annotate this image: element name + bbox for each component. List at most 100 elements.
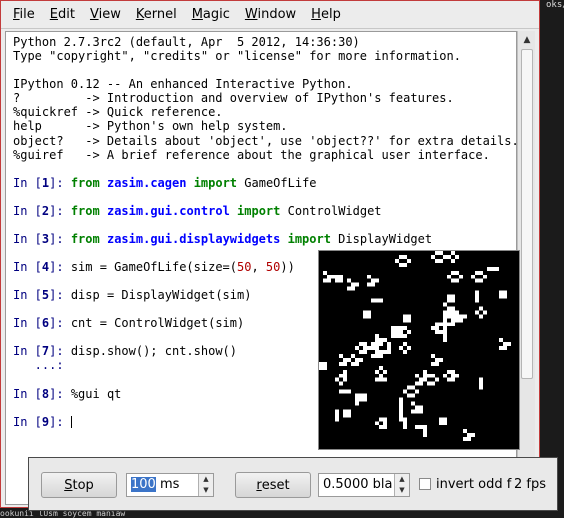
- alive-cell: [443, 338, 447, 343]
- banner-line: object? -> Details about 'object', use '…: [13, 133, 517, 148]
- invert-odd-checkbox[interactable]: [419, 478, 431, 490]
- spin-up-icon[interactable]: ▲: [199, 474, 213, 485]
- menu-item[interactable]: Edit: [44, 7, 81, 22]
- alive-cell: [439, 322, 443, 327]
- alive-cell: [431, 361, 435, 366]
- alive-cell: [479, 314, 483, 319]
- alive-cell: [463, 314, 467, 319]
- alive-cell: [355, 346, 359, 350]
- banner-line: help -> Python's own help system.: [13, 119, 288, 134]
- alive-cell: [359, 342, 363, 347]
- code-token: zasim.gui.displaywidgets: [106, 231, 281, 246]
- alive-cell: [439, 330, 443, 335]
- menu-item[interactable]: View: [84, 7, 127, 22]
- alive-cell: [383, 369, 387, 374]
- alive-cell: [451, 322, 455, 327]
- spin-down-icon[interactable]: ▼: [395, 485, 409, 496]
- prompt-suffix: ]:: [49, 203, 71, 218]
- reset-button[interactable]: r eset: [235, 472, 311, 498]
- prompt-prefix: In [: [13, 175, 42, 190]
- alive-cell: [451, 258, 455, 263]
- alive-cell: [487, 266, 491, 271]
- alive-cell: [407, 393, 411, 398]
- alive-cell: [375, 421, 379, 426]
- alive-cell: [391, 334, 395, 339]
- alive-cell: [343, 389, 347, 394]
- alive-cell: [335, 417, 339, 422]
- alive-cell: [355, 282, 359, 287]
- alive-cell: [403, 421, 407, 426]
- alive-cell: [403, 314, 407, 319]
- stop-button[interactable]: Stop: [41, 472, 117, 498]
- alive-cell: [443, 417, 447, 422]
- delay-spinbox[interactable]: 100 ms ▲ ▼: [126, 473, 214, 497]
- alive-cell: [347, 389, 351, 394]
- scrollbar-thumb[interactable]: [521, 49, 533, 379]
- menu-label: agic: [202, 7, 230, 22]
- code-token: disp = DisplayWidget(sim): [70, 288, 252, 303]
- alive-cell: [335, 377, 339, 382]
- alive-cell: [439, 421, 443, 426]
- spin-down-icon[interactable]: ▼: [199, 485, 213, 496]
- alive-cell: [407, 346, 411, 350]
- alive-cell: [347, 409, 351, 414]
- menu-label: elp: [320, 7, 341, 22]
- delay-stepper-arrows[interactable]: ▲ ▼: [198, 474, 213, 496]
- alive-cell: [479, 270, 483, 275]
- alive-cell: [455, 278, 459, 283]
- fps-label: 2 fps: [514, 477, 547, 492]
- alive-cell: [383, 377, 387, 382]
- alive-cell: [419, 405, 423, 410]
- alive-cell: [447, 254, 451, 259]
- probability-spinbox[interactable]: 0.5000 bla ▲ ▼: [318, 473, 410, 497]
- menu-item[interactable]: Kernel: [130, 7, 183, 22]
- alive-cell: [455, 314, 459, 319]
- menu-item[interactable]: File: [7, 7, 41, 22]
- code-token: disp.show(); cnt.show(): [70, 344, 237, 359]
- alive-cell: [451, 270, 455, 275]
- alive-cell: [479, 385, 483, 390]
- alive-cell: [363, 397, 367, 402]
- alive-cell: [371, 298, 375, 303]
- alive-cell: [331, 274, 335, 279]
- alive-cell: [395, 330, 399, 335]
- alive-cell: [479, 381, 483, 386]
- alive-cell: [403, 342, 407, 347]
- spin-up-icon[interactable]: ▲: [395, 474, 409, 485]
- code-token: sim = GameOfLife(size=(: [70, 260, 237, 275]
- alive-cell: [443, 302, 447, 307]
- text-cursor: [70, 415, 72, 428]
- alive-cell: [435, 251, 439, 255]
- alive-cell: [483, 310, 487, 315]
- alive-cell: [399, 405, 403, 410]
- prompt-suffix: ]:: [49, 344, 71, 359]
- delay-value: 100 ms: [131, 477, 179, 492]
- delay-number: 100: [131, 477, 156, 492]
- probability-stepper-arrows[interactable]: ▲ ▼: [394, 474, 409, 496]
- alive-cell: [327, 278, 331, 283]
- alive-cell: [379, 338, 383, 343]
- alive-cell: [415, 425, 419, 430]
- alive-cell: [455, 318, 459, 323]
- menu-item[interactable]: Magic: [186, 7, 236, 22]
- scroll-up-arrow-icon[interactable]: ▲: [520, 33, 534, 47]
- alive-cell: [451, 251, 455, 255]
- alive-cell: [343, 373, 347, 378]
- alive-cell: [379, 365, 383, 370]
- menu-item[interactable]: Help: [305, 7, 347, 22]
- alive-cell: [459, 274, 463, 279]
- alive-cell: [371, 342, 375, 347]
- alive-cell: [339, 381, 343, 386]
- alive-cell: [371, 282, 375, 287]
- prompt-prefix: In [: [13, 231, 42, 246]
- alive-cell: [383, 425, 387, 430]
- menu-item[interactable]: Window: [239, 7, 302, 22]
- banner-line: Python 2.7.3rc2 (default, Apr 5 2012, 14…: [13, 35, 360, 49]
- alive-cell: [435, 357, 439, 362]
- alive-cell: [463, 437, 467, 442]
- alive-cell: [403, 389, 407, 394]
- alive-cell: [367, 346, 371, 350]
- alive-cell: [343, 377, 347, 382]
- alive-cell: [443, 373, 447, 378]
